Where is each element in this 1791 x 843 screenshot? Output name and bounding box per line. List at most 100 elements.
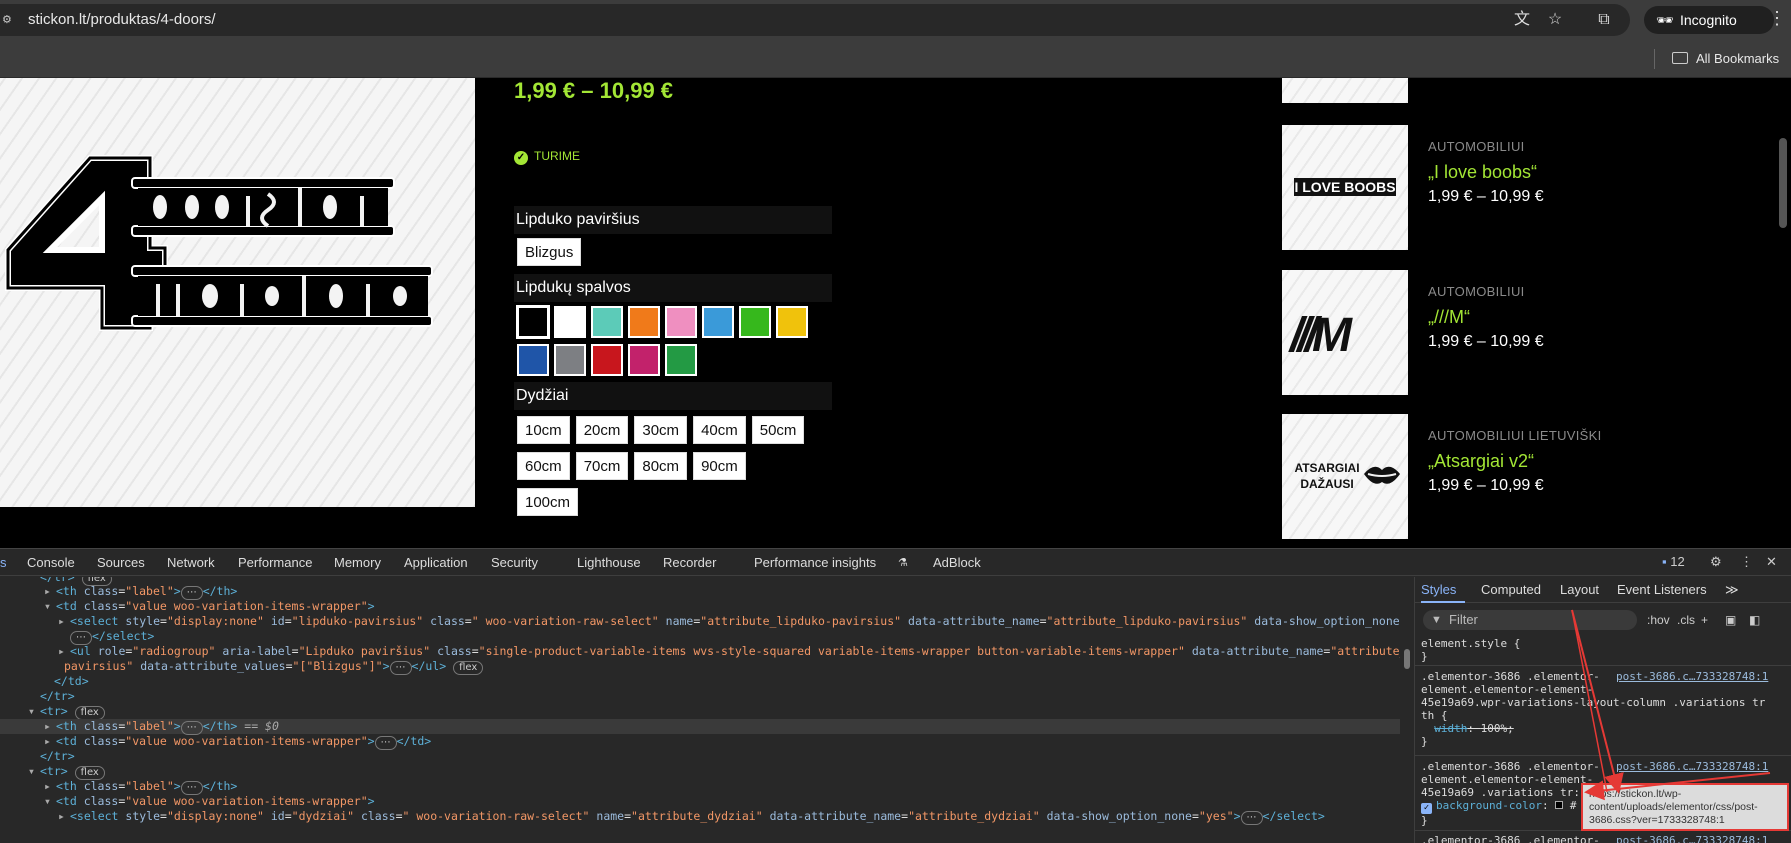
settings-icon[interactable]: ⚙ <box>1710 554 1722 570</box>
tab-styles[interactable]: Styles <box>1421 582 1456 597</box>
related-item[interactable]: ATSARGIAI DAŽAUSI AUTOMOBILIUI LIETUVIŠK… <box>1282 414 1762 539</box>
close-devtools-icon[interactable]: ✕ <box>1766 554 1777 570</box>
bookmark-star-icon[interactable]: ☆ <box>1545 10 1565 30</box>
related-category[interactable]: AUTOMOBILIUI <box>1428 284 1525 299</box>
size-option[interactable]: 70cm <box>575 452 629 480</box>
dom-node[interactable]: ▸ <select style="display:none" id="lipduk… <box>58 614 1400 629</box>
site-settings-icon[interactable]: ⚙ <box>2 14 16 26</box>
product-image[interactable] <box>0 78 475 507</box>
color-swatch[interactable] <box>591 306 623 338</box>
address-bar[interactable]: ⚙ stickon.lt/produktas/4-doors/ 文 ☆ ⧉ <box>0 4 1630 36</box>
dom-node[interactable]: </td> <box>54 674 89 689</box>
cls-toggle[interactable]: .cls <box>1677 613 1695 627</box>
paint-icon[interactable]: ▣ <box>1725 613 1736 627</box>
related-category[interactable]: AUTOMOBILIUI <box>1428 139 1525 154</box>
css-rule[interactable]: .elementor-3686 .elementor- post-3686.c…… <box>1421 834 1791 843</box>
rule-source-link[interactable]: post-3686.c…733328748:1 <box>1616 834 1768 843</box>
surface-option-blizgus[interactable]: Blizgus <box>517 238 582 266</box>
dom-node[interactable]: ▾ <td class="value woo-variation-items-wr… <box>44 794 375 809</box>
size-option[interactable]: 80cm <box>634 452 688 480</box>
size-option[interactable]: 100cm <box>517 488 579 516</box>
related-item-partial[interactable] <box>1282 78 1762 103</box>
dom-node-selected[interactable]: ▸ <th class="label"> ⋯ </th> == $0 <box>0 719 1400 735</box>
color-swatch[interactable] <box>665 344 697 376</box>
color-swatch[interactable] <box>554 344 586 376</box>
color-swatch[interactable] <box>776 306 808 338</box>
styles-filter-input[interactable]: ▼ Filter <box>1423 610 1637 630</box>
browser-menu-icon[interactable]: ⋮ <box>1768 8 1786 28</box>
color-swatch[interactable] <box>554 306 586 338</box>
color-swatch[interactable] <box>628 306 660 338</box>
elements-tree[interactable]: </tr> flex ▸ <th class="label"> ⋯ </th> ▾ <t… <box>0 577 1400 843</box>
related-thumb[interactable]: ATSARGIAI DAŽAUSI <box>1282 414 1408 539</box>
tab-layout[interactable]: Layout <box>1560 582 1599 597</box>
dom-node[interactable]: ▾ <tr> flex <box>28 704 105 720</box>
size-option[interactable]: 90cm <box>693 452 746 480</box>
tab-memory[interactable]: Memory <box>334 555 381 571</box>
dom-node[interactable]: ▾ <tr> flex <box>28 764 105 780</box>
elements-scrollbar[interactable] <box>1404 649 1410 669</box>
property-checkbox[interactable]: ✓ <box>1421 803 1432 814</box>
tab-event-listeners[interactable]: Event Listeners <box>1617 582 1707 597</box>
rule-source-link[interactable]: post-3686.c…733328748:1 <box>1616 670 1768 683</box>
tab-console[interactable]: Console <box>27 555 75 571</box>
size-option[interactable]: 60cm <box>517 452 570 480</box>
tab-recorder[interactable]: Recorder <box>663 555 716 571</box>
color-swatch[interactable] <box>591 344 623 376</box>
rule-source-link[interactable]: post-3686.c…733328748:1 <box>1616 760 1768 773</box>
tab-security[interactable]: Security <box>491 555 538 571</box>
new-rule-icon[interactable]: + <box>1701 613 1708 627</box>
dom-node[interactable]: ▸ <td class="value woo-variation-items-wr… <box>44 734 431 750</box>
devtools-menu-icon[interactable]: ⋮ <box>1740 554 1753 570</box>
hov-toggle[interactable]: :hov <box>1647 613 1670 627</box>
dom-node[interactable]: ▸ <select style="display:none" id="dydzia… <box>58 809 1325 825</box>
related-item[interactable]: I LOVE BOOBS AUTOMOBILIUI „I love boobs“… <box>1282 125 1762 250</box>
size-option[interactable]: 30cm <box>634 416 688 444</box>
url-text[interactable]: stickon.lt/produktas/4-doors/ <box>28 12 216 28</box>
dom-node[interactable]: ▸ <th class="label"> ⋯ </th> <box>44 779 237 795</box>
tab-sources[interactable]: Sources <box>97 555 145 571</box>
size-option[interactable]: 10cm <box>517 416 570 444</box>
dom-node[interactable]: </tr> <box>40 749 75 764</box>
color-swatch[interactable] <box>702 306 734 338</box>
css-rule[interactable]: .elementor-3686 .elementor- element.elem… <box>1421 670 1791 748</box>
related-thumb[interactable]: I LOVE BOOBS <box>1282 125 1408 250</box>
dom-node[interactable]: ⋯ </select> <box>70 629 154 645</box>
related-title[interactable]: „I love boobs“ <box>1428 162 1537 183</box>
related-title[interactable]: „///M“ <box>1428 307 1470 328</box>
tab-application[interactable]: Application <box>404 555 468 571</box>
sidebar-toggle-icon[interactable]: ◧ <box>1749 613 1760 627</box>
color-swatch[interactable] <box>517 344 549 376</box>
related-thumb[interactable] <box>1282 78 1408 103</box>
tab-network[interactable]: Network <box>167 555 215 571</box>
tab-lighthouse[interactable]: Lighthouse <box>577 555 641 571</box>
incognito-badge[interactable]: 🕶 Incognito <box>1644 6 1774 34</box>
all-bookmarks-button[interactable]: All Bookmarks <box>1672 49 1779 69</box>
dom-node[interactable]: </tr> <box>40 689 75 704</box>
color-swatch[interactable] <box>516 305 550 339</box>
extensions-icon[interactable]: ⧉ <box>1594 10 1614 30</box>
dom-node[interactable]: pavirsius" data-attribute_values="["Bliz… <box>64 659 484 675</box>
related-item[interactable]: ///M AUTOMOBILIUI „///M“ 1,99 € – 10,99 … <box>1282 270 1762 395</box>
more-tabs-icon[interactable]: ≫ <box>1725 582 1739 598</box>
related-category[interactable]: AUTOMOBILIUI LIETUVIŠKI <box>1428 428 1602 443</box>
dom-node[interactable]: ▾ <td class="value woo-variation-items-wr… <box>44 599 375 614</box>
dom-node[interactable]: ▸ <th class="label"> ⋯ </th> <box>44 584 237 600</box>
color-swatch[interactable] <box>628 344 660 376</box>
tab-performance[interactable]: Performance <box>238 555 312 571</box>
color-swatch[interactable] <box>665 306 697 338</box>
tab-performance-insights[interactable]: Performance insights <box>754 555 876 571</box>
related-thumb[interactable]: ///M <box>1282 270 1408 395</box>
color-swatch[interactable] <box>739 306 771 338</box>
size-option[interactable]: 40cm <box>693 416 746 444</box>
translate-icon[interactable]: 文 <box>1512 10 1532 30</box>
issues-badge[interactable]: ▪ 12 <box>1662 554 1685 569</box>
page-scrollbar[interactable] <box>1779 138 1787 228</box>
dom-node[interactable]: ▸ <ul role="radiogroup" aria-label="Lipdu… <box>58 644 1400 659</box>
size-option[interactable]: 50cm <box>751 416 805 444</box>
size-option[interactable]: 20cm <box>575 416 629 444</box>
tab-computed[interactable]: Computed <box>1481 582 1541 597</box>
element-style-rule[interactable]: element.style {} <box>1421 637 1520 663</box>
related-title[interactable]: „Atsargiai v2“ <box>1428 451 1534 472</box>
tab-elements-edge[interactable]: s <box>0 555 7 571</box>
